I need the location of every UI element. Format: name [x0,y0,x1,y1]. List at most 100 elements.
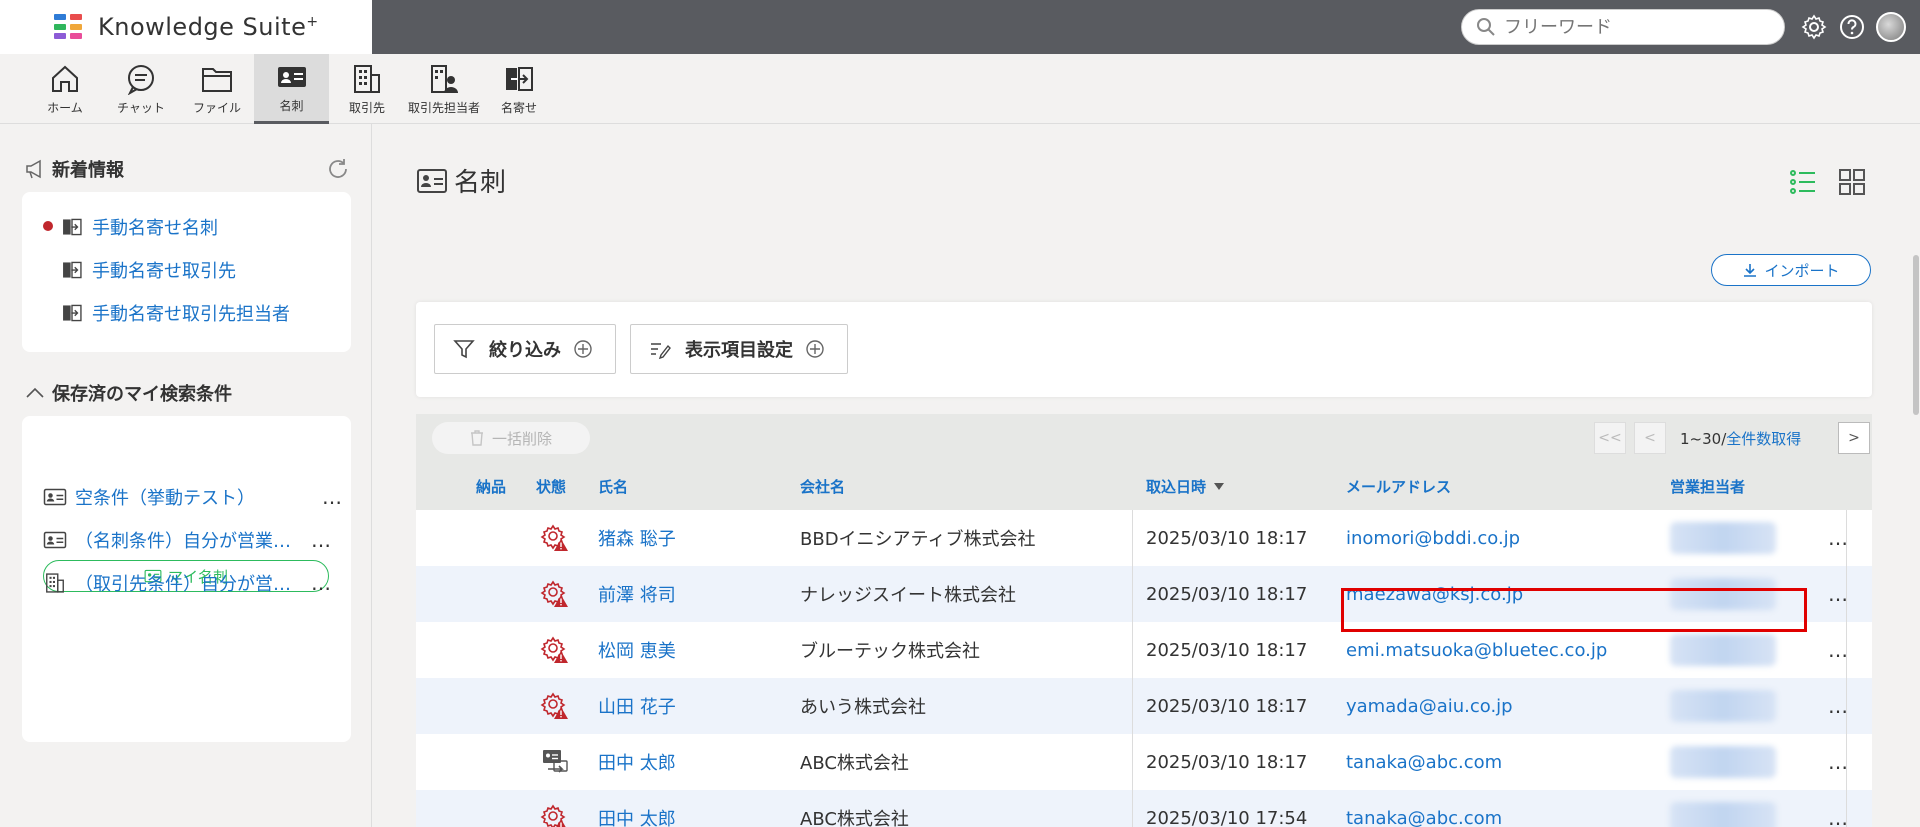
plus-circle-icon [806,340,824,358]
saved-search-item[interactable]: （取引先条件）自分が営業担当者の取引先 … [43,570,343,596]
email-link[interactable]: tanaka@abc.com [1346,790,1502,827]
nav-accounts[interactable]: 取引先 [340,54,394,124]
col-delivered[interactable]: 納品 [476,462,506,510]
first-page-button[interactable]: << [1594,422,1626,454]
col-status[interactable]: 状態 [536,462,566,510]
import-button[interactable]: インポート [1711,254,1871,286]
company-cell: BBDイニシアティブ株式会社 [800,529,1036,550]
news-heading: 新着情報 [24,156,124,182]
news-item[interactable]: 手動名寄せ取引先担当者 [60,300,290,326]
email-link[interactable]: emi.matsuoka@bluetec.co.jp [1346,622,1607,678]
saved-search-item[interactable]: 空条件（挙動テスト） … [43,484,343,510]
pager-range: 1~30/全件数取得 [1680,430,1802,448]
building-icon [46,573,64,593]
app-logo-icon [54,14,84,40]
table-body: 猪森 聡子 BBDイニシアティブ株式会社 2025/03/10 18:17 inomo… [416,510,1872,827]
column-divider [1132,510,1133,827]
main-nav: ホーム チャット ファイル 名刺 取引先 取引先担当者 名寄せ [0,54,1920,124]
person-name-link[interactable]: 田中 太郎 [598,734,676,790]
person-name-link[interactable]: 猪森 聡子 [598,510,676,566]
nav-business-cards[interactable]: 名刺 [254,54,329,124]
more-icon[interactable]: … [322,485,343,509]
sales-rep-cell-redacted [1670,578,1776,610]
table-row[interactable]: 山田 花子 あいう株式会社 2025/03/10 18:17 yamada@aiu.c… [416,678,1872,734]
warning-gear-icon [540,636,568,663]
help-icon[interactable] [1838,13,1866,41]
prev-page-button[interactable]: < [1634,422,1666,454]
saved-searches-heading[interactable]: 保存済のマイ検索条件 [24,380,232,406]
list-view-icon[interactable] [1789,168,1817,196]
merge-icon [63,261,82,279]
warning-gear-icon [540,804,566,827]
sales-rep-cell-redacted [1670,634,1776,666]
edit-columns-icon [651,343,671,360]
table-row[interactable]: 田中 太郎 ABC株式会社 2025/03/10 18:17 tanaka@abc.c… [416,734,1872,790]
get-total-count-link[interactable]: 全件数取得 [1726,430,1801,448]
table-row[interactable]: 松岡 恵美 ブルーテック株式会社 2025/03/10 18:17 emi.matsu… [416,622,1872,678]
main-content: 名刺 インポート 絞り込み 表示項目設定 一括削除 << < 1~30/全件数取… [373,124,1920,827]
bulk-delete-button[interactable]: 一括削除 [432,422,590,454]
saved-search-item[interactable]: （名刺条件）自分が営業担当者の名刺 … [43,527,343,553]
business-card-icon [277,67,306,87]
email-link[interactable]: maezawa@ksj.co.jp [1346,566,1523,622]
nav-contacts[interactable]: 取引先担当者 [404,54,484,124]
nav-merge[interactable]: 名寄せ [494,54,544,124]
table-toolbar: 一括削除 << < 1~30/全件数取得 > [416,414,1872,462]
status-cell [540,790,570,827]
page-title: 名刺 [416,162,506,199]
table-row[interactable]: 田中 太郎 ABC株式会社 2025/03/10 17:54 tanaka@abc.c… [416,790,1872,827]
filter-panel: 絞り込み 表示項目設定 [416,302,1872,397]
megaphone-icon [26,159,41,179]
next-page-button[interactable]: > [1838,422,1870,454]
person-name-link[interactable]: 松岡 恵美 [598,622,676,678]
imported-at-cell: 2025/03/10 18:17 [1146,639,1308,661]
filter-button[interactable]: 絞り込み [434,324,616,374]
email-link[interactable]: yamada@aiu.co.jp [1346,678,1513,734]
sales-rep-cell-redacted [1670,522,1776,554]
email-link[interactable]: tanaka@abc.com [1346,734,1502,790]
search-box[interactable] [1461,9,1785,45]
col-email[interactable]: メールアドレス [1346,462,1451,510]
business-card-icon [43,531,67,549]
news-item[interactable]: 手動名寄せ名刺 [60,214,218,240]
merge-icon [63,304,82,322]
gear-icon[interactable] [1800,13,1828,41]
column-divider [1846,510,1847,827]
search-icon [1477,18,1495,36]
news-item[interactable]: 手動名寄せ取引先 [60,257,236,283]
table-row[interactable]: 猪森 聡子 BBDイニシアティブ株式会社 2025/03/10 18:17 inomo… [416,510,1872,566]
imported-at-cell: 2025/03/10 18:17 [1146,583,1308,605]
top-bar: Knowledge Suite+ [0,0,1920,54]
avatar[interactable] [1876,12,1906,42]
chevron-up-icon [26,387,44,398]
scrollbar[interactable] [1913,255,1919,415]
table-row[interactable]: 前澤 将司 ナレッジスイート株式会社 2025/03/10 18:17 maezawa… [416,566,1872,622]
person-name-link[interactable]: 山田 花子 [598,678,676,734]
col-sales-rep[interactable]: 営業担当者 [1670,462,1745,510]
search-input[interactable] [1504,16,1764,38]
nav-home[interactable]: ホーム [34,54,96,124]
warning-gear-icon [540,580,568,607]
email-link[interactable]: inomori@bddi.co.jp [1346,510,1520,566]
double-chevron-left-icon: << [1598,430,1622,446]
brand[interactable]: Knowledge Suite+ [0,0,372,54]
person-name-link[interactable]: 前澤 将司 [598,566,676,622]
nav-files[interactable]: ファイル [186,54,248,124]
merge-icon [63,218,82,236]
sales-rep-cell-redacted [1670,802,1776,827]
sales-rep-cell-redacted [1670,746,1776,778]
more-icon[interactable]: … [311,528,332,552]
grid-view-icon[interactable] [1838,168,1866,196]
more-icon[interactable]: … [311,571,332,595]
unread-dot [43,221,53,231]
refresh-icon[interactable] [326,157,350,181]
imported-at-cell: 2025/03/10 18:17 [1146,527,1308,549]
column-settings-button[interactable]: 表示項目設定 [630,324,848,374]
nav-chat[interactable]: チャット [108,54,174,124]
status-cell [540,622,570,678]
merge-icon [506,66,533,91]
col-company[interactable]: 会社名 [800,462,845,510]
person-name-link[interactable]: 田中 太郎 [598,790,676,827]
col-imported-at[interactable]: 取込日時 [1146,462,1225,510]
col-name[interactable]: 氏名 [598,462,628,510]
